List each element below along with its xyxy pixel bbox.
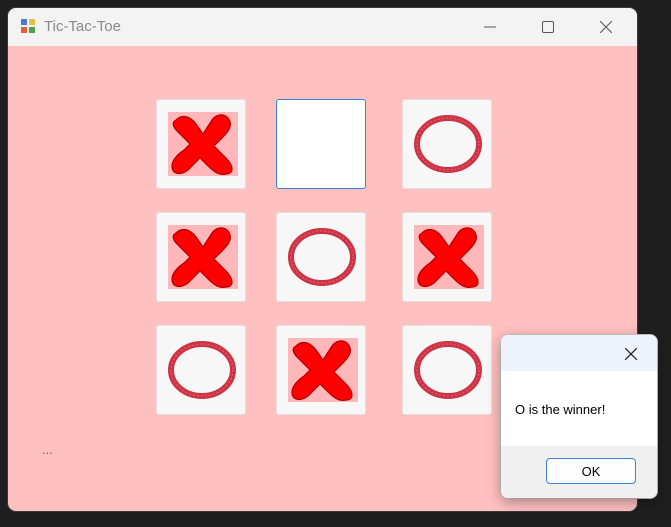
winner-dialog: O is the winner! OK [501,335,657,498]
dialog-message: O is the winner! [515,402,606,417]
board-cell-r1c3[interactable] [402,99,492,189]
dialog-footer: OK [501,446,657,498]
minimize-icon [484,26,496,28]
o-mark-icon [414,341,482,399]
minimize-button[interactable] [467,8,513,46]
x-mark-icon [171,114,233,175]
close-icon [625,348,637,360]
x-mark-tile [288,338,358,402]
x-mark-tile [168,112,238,176]
board-cell-r3c1[interactable] [156,325,246,415]
board-cell-r2c1[interactable] [156,212,246,302]
close-button[interactable] [583,8,629,46]
title-bar[interactable]: Tic-Tac-Toe [8,8,637,46]
ok-button[interactable]: OK [546,458,636,484]
x-mark-tile [414,225,484,289]
board-cell-r3c3[interactable] [402,325,492,415]
x-mark-icon [291,340,353,401]
board-cell-r1c1[interactable] [156,99,246,189]
board-cell-r2c3[interactable] [402,212,492,302]
status-text: ... [42,442,53,457]
x-mark-icon [171,227,233,288]
board-cell-r3c2[interactable] [276,325,366,415]
o-mark-icon [414,115,482,173]
x-mark-tile [168,225,238,289]
x-mark-icon [417,227,479,288]
board-cell-r1c2[interactable] [276,99,366,189]
o-mark-icon [288,228,356,286]
board-cell-r2c2[interactable] [276,212,366,302]
app-icon [21,19,35,33]
o-mark-icon [168,341,236,399]
window-title: Tic-Tac-Toe [44,18,121,35]
maximize-icon [542,21,554,33]
maximize-button[interactable] [525,8,571,46]
dialog-close-button[interactable] [613,341,649,367]
close-icon [600,21,612,33]
dialog-title-bar[interactable] [501,335,657,371]
